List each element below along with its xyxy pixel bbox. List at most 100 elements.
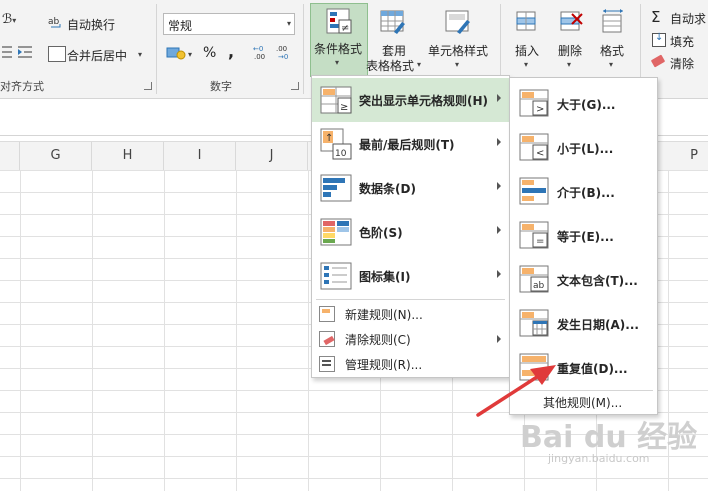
submenu-item-equal-to[interactable]: = 等于(E)...: [510, 213, 657, 257]
number-format-select[interactable]: 常规 ▾: [163, 13, 295, 35]
format-button[interactable]: 格式: [600, 42, 624, 59]
conditional-format-button[interactable]: ≠ 条件格式 ▾: [310, 3, 368, 77]
format-as-table-label-2[interactable]: 表格格式: [366, 57, 414, 74]
less-than-icon: <: [519, 133, 549, 161]
submenu-item-label: 等于(E)...: [557, 230, 614, 244]
menu-item-label: 色阶(S): [359, 226, 403, 240]
menu-item-color-scales[interactable]: 色阶(S): [312, 210, 509, 254]
menu-item-clear-rules[interactable]: 清除规则(C): [312, 326, 509, 351]
manage-rules-icon: [319, 356, 335, 372]
menu-item-label: 突出显示单元格规则(H): [359, 94, 489, 108]
svg-text:≥: ≥: [340, 102, 348, 113]
svg-text:10: 10: [335, 149, 347, 159]
submenu-item-between[interactable]: 介于(B)...: [510, 169, 657, 213]
chevron-down-icon: ▾: [335, 58, 340, 67]
chevron-down-icon[interactable]: ▾: [609, 60, 613, 69]
svg-text:.00: .00: [276, 45, 287, 53]
submenu-item-greater-than[interactable]: > 大于(G)...: [510, 81, 657, 125]
menu-item-label: 管理规则(R)...: [345, 358, 423, 372]
autosum-button[interactable]: 自动求: [670, 10, 706, 27]
clear-rules-icon: [319, 331, 335, 347]
increase-decimal-icon[interactable]: ←0.00: [253, 44, 271, 61]
menu-item-icon-sets[interactable]: 图标集(I): [312, 254, 509, 298]
greater-than-icon: >: [519, 89, 549, 117]
divider: [156, 4, 157, 94]
conditional-format-label: 条件格式: [314, 42, 363, 56]
eraser-icon: [650, 54, 666, 68]
chevron-down-icon[interactable]: ▾: [417, 60, 421, 69]
submenu-item-less-than[interactable]: < 小于(L)...: [510, 125, 657, 169]
insert-cells-icon: [514, 10, 540, 34]
submenu-arrow-icon: [497, 270, 501, 278]
column-header-i[interactable]: I: [164, 142, 236, 170]
submenu-item-text-contains[interactable]: ab 文本包含(T)...: [510, 257, 657, 301]
decrease-decimal-icon[interactable]: .00 →0: [276, 44, 294, 61]
chevron-down-icon: ▾: [286, 19, 291, 28]
merge-dropdown-icon[interactable]: ▾: [138, 50, 142, 59]
comma-button[interactable]: ,: [228, 42, 234, 61]
menu-item-label: 最前/最后规则(T): [359, 138, 455, 152]
text-contains-icon: ab: [519, 265, 549, 293]
new-rule-icon: [319, 306, 335, 322]
svg-text:ab: ab: [48, 17, 60, 27]
chevron-down-icon[interactable]: ▾: [524, 60, 528, 69]
insert-button[interactable]: 插入: [515, 42, 539, 59]
submenu-item-date-occurring[interactable]: 发生日期(A)...: [510, 301, 657, 345]
number-launcher-icon[interactable]: [291, 82, 299, 90]
column-header-j[interactable]: J: [236, 142, 308, 170]
cell-styles-icon: [445, 10, 471, 34]
svg-text:=: =: [536, 236, 544, 247]
number-group-label: 数字: [210, 80, 232, 93]
wrap-text-icon: ab: [48, 14, 64, 30]
svg-text:<: <: [536, 148, 544, 159]
highlight-rules-icon: ≥: [320, 86, 352, 114]
clear-button[interactable]: 清除: [670, 55, 694, 72]
format-cells-icon: [600, 8, 626, 34]
format-as-table-icon: [380, 10, 406, 34]
menu-item-highlight-rules[interactable]: ≥ 突出显示单元格规则(H): [312, 78, 509, 122]
conditional-format-icon: ≠: [326, 8, 352, 34]
menu-item-data-bars[interactable]: 数据条(D): [312, 166, 509, 210]
column-header-p[interactable]: P: [680, 142, 708, 170]
accounting-format-icon[interactable]: [166, 46, 186, 60]
merge-center-button[interactable]: 合并后居中: [67, 47, 127, 64]
cell-styles-button[interactable]: 单元格样式: [428, 42, 488, 59]
chevron-down-icon[interactable]: ▾: [455, 60, 459, 69]
select-all-corner[interactable]: [0, 142, 20, 170]
alignment-group-label: 对齐方式: [0, 80, 44, 93]
delete-button[interactable]: 删除: [558, 42, 582, 59]
alignment-launcher-icon[interactable]: [144, 82, 152, 90]
wrap-text-button[interactable]: 自动换行: [67, 16, 115, 33]
menu-item-label: 清除规则(C): [345, 333, 411, 347]
svg-text:>: >: [536, 104, 544, 115]
submenu-item-label: 大于(G)...: [557, 98, 616, 112]
chevron-down-icon[interactable]: ▾: [567, 60, 571, 69]
equal-to-icon: =: [519, 221, 549, 249]
color-scales-icon: [320, 218, 352, 246]
submenu-item-label: 介于(B)...: [557, 186, 615, 200]
column-header-g[interactable]: G: [20, 142, 92, 170]
icon-sets-icon: [320, 262, 352, 290]
date-occurring-icon: [519, 309, 549, 337]
conditional-format-menu: ≥ 突出显示单元格规则(H) ↑ 10 最前/最后规则(T) 数据条(D) 色阶…: [311, 75, 510, 378]
data-bars-icon: [320, 174, 352, 202]
submenu-arrow-icon: [497, 335, 501, 343]
accounting-dropdown-icon[interactable]: ▾: [188, 50, 192, 59]
svg-text:≠: ≠: [341, 23, 349, 34]
orientation-icon[interactable]: ℬ▾: [2, 12, 16, 27]
menu-item-label: 图标集(I): [359, 270, 411, 284]
svg-text:→0: →0: [278, 53, 288, 60]
column-header-h[interactable]: H: [92, 142, 164, 170]
fill-button[interactable]: 填充: [670, 33, 694, 50]
divider: [303, 4, 304, 94]
indent-icon[interactable]: [2, 45, 34, 59]
submenu-arrow-icon: [497, 94, 501, 102]
percent-button[interactable]: %: [203, 45, 216, 61]
red-arrow-annotation: [476, 365, 556, 417]
submenu-item-label: 小于(L)...: [557, 142, 614, 156]
menu-item-new-rule[interactable]: 新建规则(N)...: [312, 301, 509, 326]
submenu-arrow-icon: [497, 138, 501, 146]
delete-cells-icon: [558, 10, 584, 34]
menu-item-top-bottom[interactable]: ↑ 10 最前/最后规则(T): [312, 122, 509, 166]
svg-text:↑: ↑: [325, 133, 333, 144]
